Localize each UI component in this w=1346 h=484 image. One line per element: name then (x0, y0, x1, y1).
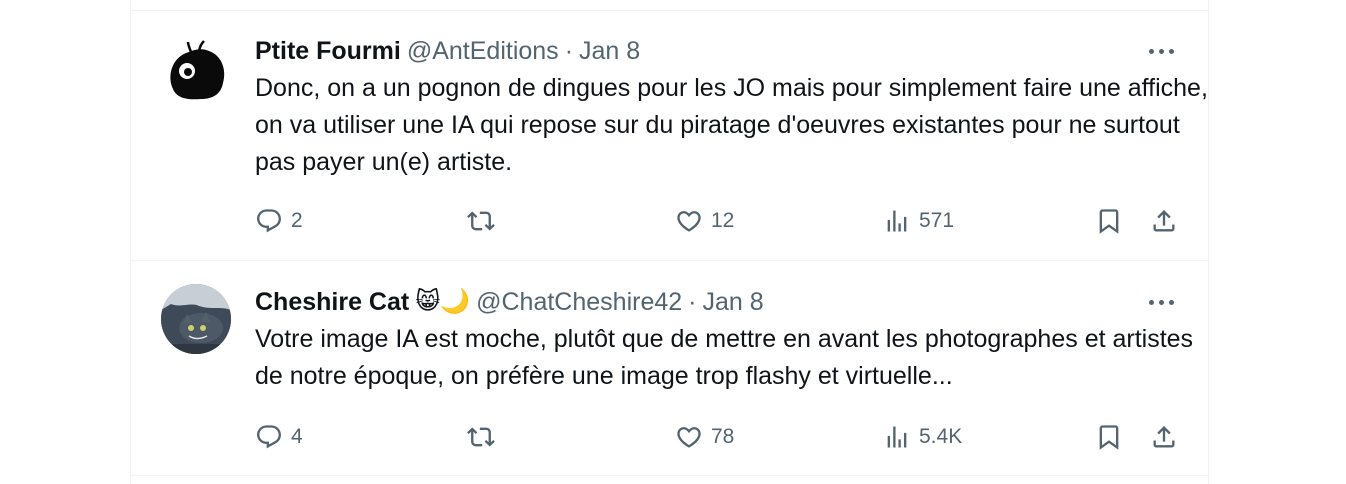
heart-icon (677, 427, 701, 448)
views-button[interactable]: 571 (883, 206, 954, 236)
author-handle[interactable]: @AntEditions (407, 35, 559, 67)
share-button[interactable] (1150, 422, 1178, 452)
retweet-icon (467, 211, 495, 231)
reply-count: 2 (291, 209, 303, 232)
views-count: 5.4K (919, 425, 963, 448)
author-emoji: 😸🌙 (415, 288, 471, 315)
retweet-button[interactable] (467, 206, 503, 236)
tweet-header: Ptite Fourmi @AntEditions · Jan 8 (255, 35, 1178, 67)
views-button[interactable]: 5.4K (883, 422, 962, 452)
timeline: Ptite Fourmi @AntEditions · Jan 8 Donc, … (130, 0, 1209, 484)
reply-count: 4 (291, 425, 303, 448)
bookmark-button[interactable] (1095, 206, 1123, 236)
avatar[interactable] (161, 284, 231, 354)
like-button[interactable]: 78 (675, 422, 734, 452)
tweet-text: Donc, on a un pognon de dingues pour les… (255, 74, 1208, 176)
tweet-date[interactable]: Jan 8 (579, 35, 640, 67)
tweet[interactable]: Ptite Fourmi @AntEditions · Jan 8 Donc, … (131, 11, 1208, 261)
avatar[interactable] (161, 39, 231, 109)
share-icon (1153, 210, 1175, 232)
like-count: 12 (711, 209, 735, 232)
reply-icon (257, 209, 281, 233)
bookmark-button[interactable] (1095, 422, 1123, 452)
tweet-date[interactable]: Jan 8 (703, 286, 764, 318)
retweet-button[interactable] (467, 422, 503, 452)
more-icon[interactable] (1149, 286, 1174, 318)
tweet-content: Ptite Fourmi @AntEditions · Jan 8 Donc, … (255, 35, 1208, 181)
like-button[interactable]: 12 (675, 206, 734, 236)
cheshire-cat-photo-avatar-icon (161, 284, 231, 354)
black-blob-avatar-icon (170, 40, 225, 100)
separator: · (688, 288, 697, 316)
more-icon[interactable] (1149, 35, 1174, 67)
tweet-actions: 4 78 5.4K (255, 422, 1178, 452)
separator: · (564, 37, 574, 65)
retweet-icon (467, 427, 495, 447)
author-handle[interactable]: @ChatCheshire42 (476, 286, 682, 318)
views-icon (887, 426, 907, 448)
share-button[interactable] (1150, 206, 1178, 236)
reply-button[interactable]: 2 (255, 206, 303, 236)
tweet-header: Cheshire Cat 😸🌙 @ChatCheshire42 · Jan 8 (255, 286, 1178, 318)
tweet-actions: 2 12 571 (255, 206, 1178, 236)
tweet-text: Votre image IA est moche, plutôt que de … (255, 325, 1194, 390)
author-name[interactable]: Cheshire Cat (255, 286, 409, 318)
author-name[interactable]: Ptite Fourmi (255, 35, 401, 67)
like-count: 78 (711, 425, 735, 448)
reply-icon (257, 425, 281, 449)
bookmark-icon (1099, 425, 1119, 450)
tweet[interactable]: Cheshire Cat 😸🌙 @ChatCheshire42 · Jan 8 … (131, 262, 1208, 476)
views-count: 571 (919, 209, 955, 232)
reply-button[interactable]: 4 (255, 422, 303, 452)
share-icon (1153, 426, 1175, 448)
views-icon (887, 210, 907, 232)
tweet-content: Cheshire Cat 😸🌙 @ChatCheshire42 · Jan 8 … (255, 286, 1193, 395)
heart-icon (677, 211, 701, 232)
bookmark-icon (1099, 209, 1119, 234)
